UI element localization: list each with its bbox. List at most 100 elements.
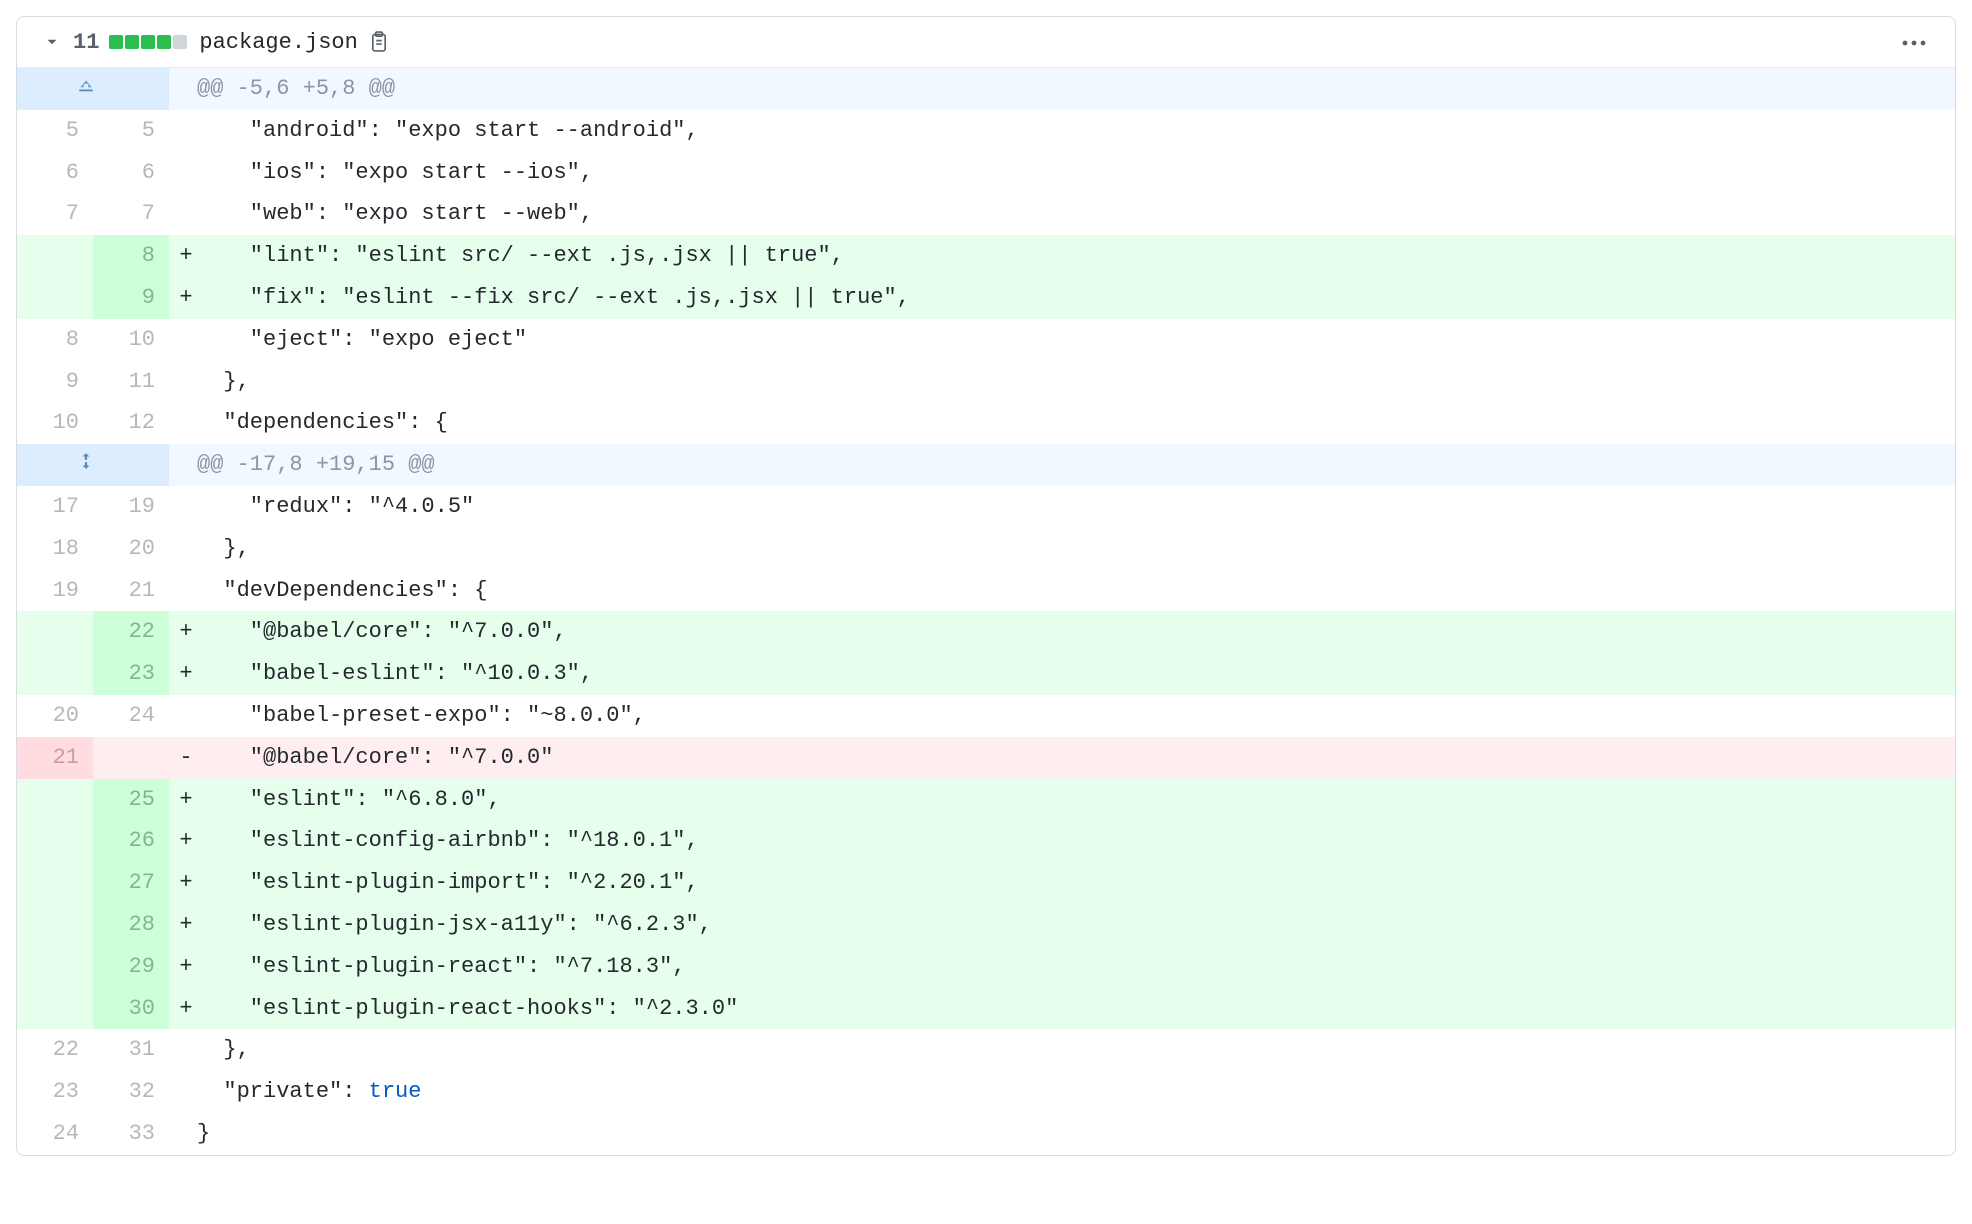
line-number-old[interactable]: 9 [17, 361, 93, 403]
line-number-new[interactable]: 6 [93, 152, 169, 194]
diff-row: 9+ "fix": "eslint --fix src/ --ext .js,.… [17, 277, 1955, 319]
line-number-old[interactable] [17, 611, 93, 653]
code-cell[interactable]: "eslint-plugin-import": "^2.20.1", [197, 862, 1955, 904]
line-number-new[interactable]: 31 [93, 1029, 169, 1071]
line-number-new[interactable]: 28 [93, 904, 169, 946]
file-actions-menu[interactable] [1893, 28, 1935, 56]
line-number-old[interactable] [17, 277, 93, 319]
diff-row: 66 "ios": "expo start --ios", [17, 152, 1955, 194]
line-number-new[interactable]: 11 [93, 361, 169, 403]
code-cell[interactable]: "eslint-plugin-react-hooks": "^2.3.0" [197, 988, 1955, 1030]
line-number-old[interactable]: 22 [17, 1029, 93, 1071]
code-cell[interactable]: "dependencies": { [197, 402, 1955, 444]
line-number-old[interactable]: 18 [17, 528, 93, 570]
line-number-new[interactable]: 30 [93, 988, 169, 1030]
line-number-old[interactable]: 19 [17, 570, 93, 612]
line-number-old[interactable]: 23 [17, 1071, 93, 1113]
diffstat[interactable] [109, 35, 187, 49]
code-cell[interactable]: "web": "expo start --web", [197, 193, 1955, 235]
line-number-new[interactable]: 10 [93, 319, 169, 361]
fold-up-icon [17, 76, 155, 94]
code-cell[interactable]: } [197, 1113, 1955, 1155]
expand-hunk-button[interactable] [17, 444, 169, 486]
expand-hunk-button[interactable] [17, 68, 169, 110]
code-cell[interactable]: "fix": "eslint --fix src/ --ext .js,.jsx… [197, 277, 1955, 319]
line-number-old[interactable]: 10 [17, 402, 93, 444]
diff-marker: + [169, 904, 197, 946]
line-number-new[interactable]: 27 [93, 862, 169, 904]
line-number-old[interactable]: 8 [17, 319, 93, 361]
code-cell[interactable]: "@babel/core": "^7.0.0", [197, 611, 1955, 653]
diff-marker: + [169, 653, 197, 695]
line-number-new[interactable]: 33 [93, 1113, 169, 1155]
code-cell[interactable]: }, [197, 1029, 1955, 1071]
line-number-old[interactable] [17, 779, 93, 821]
unfold-icon [17, 452, 155, 470]
diff-row: 27+ "eslint-plugin-import": "^2.20.1", [17, 862, 1955, 904]
diff-marker: + [169, 779, 197, 821]
line-number-old[interactable]: 17 [17, 486, 93, 528]
line-number-old[interactable]: 21 [17, 737, 93, 779]
code-cell[interactable]: "android": "expo start --android", [197, 110, 1955, 152]
code-cell[interactable]: "private": true [197, 1071, 1955, 1113]
line-number-new[interactable]: 22 [93, 611, 169, 653]
diffstat-block [173, 35, 187, 49]
code-cell[interactable]: "babel-preset-expo": "~8.0.0", [197, 695, 1955, 737]
code-cell[interactable]: }, [197, 528, 1955, 570]
diff-marker [169, 193, 197, 235]
line-number-new[interactable]: 7 [93, 193, 169, 235]
code-cell[interactable]: "devDependencies": { [197, 570, 1955, 612]
line-number-new[interactable]: 25 [93, 779, 169, 821]
line-number-old[interactable] [17, 988, 93, 1030]
code-cell[interactable]: "eslint-plugin-jsx-a11y": "^6.2.3", [197, 904, 1955, 946]
line-number-old[interactable]: 24 [17, 1113, 93, 1155]
chevron-down-icon [43, 33, 61, 51]
line-number-old[interactable]: 6 [17, 152, 93, 194]
line-number-old[interactable] [17, 904, 93, 946]
code-cell[interactable]: "eslint-plugin-react": "^7.18.3", [197, 946, 1955, 988]
line-number-new[interactable] [93, 737, 169, 779]
line-number-old[interactable]: 20 [17, 695, 93, 737]
line-number-old[interactable] [17, 946, 93, 988]
line-number-new[interactable]: 12 [93, 402, 169, 444]
line-number-new[interactable]: 24 [93, 695, 169, 737]
code-cell[interactable]: }, [197, 361, 1955, 403]
code-cell[interactable]: "babel-eslint": "^10.0.3", [197, 653, 1955, 695]
line-number-old[interactable]: 5 [17, 110, 93, 152]
code-cell[interactable]: "eject": "expo eject" [197, 319, 1955, 361]
line-number-new[interactable]: 9 [93, 277, 169, 319]
diff-marker [169, 486, 197, 528]
line-number-new[interactable]: 19 [93, 486, 169, 528]
diff-row: 25+ "eslint": "^6.8.0", [17, 779, 1955, 821]
diff-marker: + [169, 862, 197, 904]
diff-marker: + [169, 946, 197, 988]
collapse-toggle[interactable] [37, 27, 67, 57]
line-number-new[interactable]: 32 [93, 1071, 169, 1113]
line-number-new[interactable]: 21 [93, 570, 169, 612]
code-cell[interactable]: "lint": "eslint src/ --ext .js,.jsx || t… [197, 235, 1955, 277]
diff-marker: + [169, 235, 197, 277]
line-number-new[interactable]: 29 [93, 946, 169, 988]
line-number-new[interactable]: 5 [93, 110, 169, 152]
copy-path-button[interactable] [368, 31, 390, 53]
diff-table: @@ -5,6 +5,8 @@55 "android": "expo start… [17, 68, 1955, 1155]
code-cell[interactable]: "eslint": "^6.8.0", [197, 779, 1955, 821]
line-number-new[interactable]: 20 [93, 528, 169, 570]
line-number-new[interactable]: 23 [93, 653, 169, 695]
code-cell[interactable]: "eslint-config-airbnb": "^18.0.1", [197, 820, 1955, 862]
diffstat-block [109, 35, 123, 49]
code-cell[interactable]: "@babel/core": "^7.0.0" [197, 737, 1955, 779]
diff-row: 1012 "dependencies": { [17, 402, 1955, 444]
line-number-old[interactable] [17, 653, 93, 695]
line-number-old[interactable]: 7 [17, 193, 93, 235]
file-name[interactable]: package.json [199, 30, 357, 55]
line-number-old[interactable] [17, 862, 93, 904]
line-number-old[interactable] [17, 235, 93, 277]
diff-marker [169, 570, 197, 612]
code-cell[interactable]: "ios": "expo start --ios", [197, 152, 1955, 194]
line-number-old[interactable] [17, 820, 93, 862]
code-cell[interactable]: "redux": "^4.0.5" [197, 486, 1955, 528]
clipboard-icon [368, 31, 390, 53]
line-number-new[interactable]: 26 [93, 820, 169, 862]
line-number-new[interactable]: 8 [93, 235, 169, 277]
